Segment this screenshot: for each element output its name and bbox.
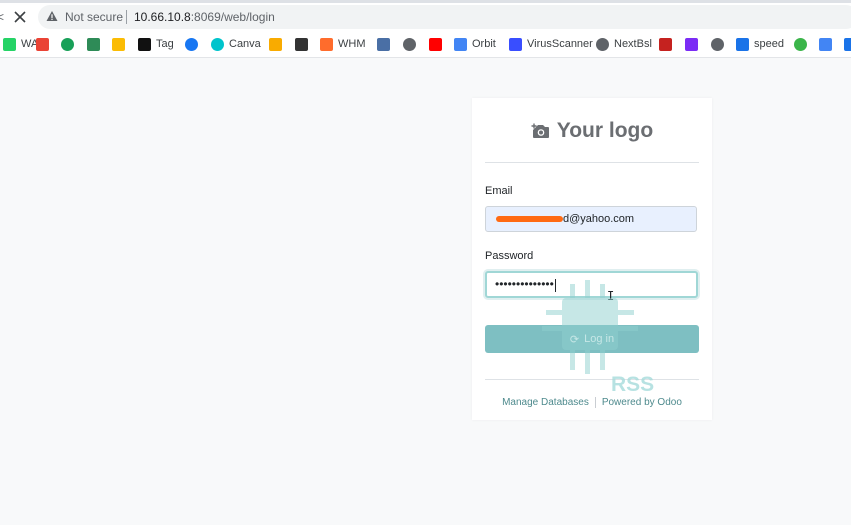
bookmark-chip[interactable]: [87, 36, 105, 52]
password-field[interactable]: •••••••••••••• I: [485, 271, 698, 303]
vp-icon: [794, 37, 807, 51]
refresh-icon: ⟳: [569, 333, 580, 346]
bookmark-wa[interactable]: WA: [3, 36, 38, 52]
panda-icon: [295, 37, 308, 51]
google-ads-icon: [112, 37, 125, 51]
email-field[interactable]: d@yahoo.com: [485, 206, 697, 232]
header-divider: [485, 162, 699, 163]
bookmark-pinwheel[interactable]: [685, 36, 703, 52]
camera-plus-icon: [531, 123, 549, 138]
bookmark-globe[interactable]: [711, 36, 729, 52]
bookmark-label: NextBsl: [614, 38, 652, 50]
wifi-icon: [377, 37, 390, 51]
bookmark-square[interactable]: [844, 36, 851, 52]
password-label: Password: [485, 250, 534, 262]
text-caret: [555, 279, 556, 292]
tab-strip-edge: [0, 0, 851, 3]
virusscanner-icon: [509, 37, 522, 51]
footer-separator: [594, 396, 596, 408]
bookmark-globe[interactable]: [403, 36, 421, 52]
bookmark-label: Canva: [229, 38, 261, 50]
url-path: :8069/web/login: [190, 10, 275, 24]
login-card: Your logo Email d@yahoo.com Password •••…: [472, 98, 712, 420]
bookmark-gmail[interactable]: [36, 36, 54, 52]
facebook-icon: [185, 37, 198, 51]
bookmark-green-circle[interactable]: [61, 36, 79, 52]
bookmark-facebook[interactable]: [185, 36, 203, 52]
bookmark-sigma[interactable]: [659, 36, 677, 52]
url-text[interactable]: 10.66.10.8:8069/web/login: [134, 10, 275, 24]
page-content: Your logo Email d@yahoo.com Password •••…: [0, 58, 851, 525]
bookmark-tag[interactable]: Tag: [138, 36, 174, 52]
bookmark-speed[interactable]: speed: [736, 36, 784, 52]
green-circle-icon: [61, 37, 74, 51]
bookmark-nextbsl[interactable]: NextBsl: [596, 36, 652, 52]
email-label: Email: [485, 185, 513, 197]
bookmark-label: Orbit: [472, 38, 496, 50]
login-button[interactable]: ⟳ Log in: [485, 325, 699, 353]
close-icon: [14, 11, 26, 23]
bookmark-youtube[interactable]: [429, 36, 447, 52]
gmail-icon: [36, 37, 49, 51]
url-host: 10.66.10.8: [134, 10, 191, 24]
canva-icon: [211, 37, 224, 51]
bookmark-vp[interactable]: [794, 36, 812, 52]
bookmark-whm[interactable]: WHM: [320, 36, 366, 52]
address-bar-row: < Not secure 10.66.10.8:8069/web/login: [0, 0, 851, 31]
security-status[interactable]: Not secure: [65, 10, 123, 24]
warning-icon[interactable]: [46, 10, 58, 22]
bookmark-translate[interactable]: [819, 36, 837, 52]
manage-databases-link[interactable]: Manage Databases: [502, 397, 589, 408]
fiber-icon: [736, 37, 749, 51]
footer-divider: [485, 379, 699, 380]
bookmarks-bar: WA Tag Canva WHM Orbit VirusScanner NextBsl spe…: [0, 31, 851, 58]
bookmark-label: Tag: [156, 38, 174, 50]
login-button-label: Log in: [584, 333, 615, 345]
bookmark-analytics[interactable]: [269, 36, 287, 52]
r-icon: [138, 37, 151, 51]
translate-icon: [819, 37, 832, 51]
powered-by-odoo-link[interactable]: Powered by Odoo: [602, 397, 682, 408]
watermark-text: RSS: [611, 373, 655, 396]
ibeam-cursor-icon: I: [607, 289, 615, 303]
bookmark-canva[interactable]: Canva: [211, 36, 261, 52]
back-button-fragment[interactable]: <: [0, 10, 4, 24]
orbit-icon: [454, 37, 467, 51]
bookmark-label: WHM: [338, 38, 366, 50]
globe-icon: [711, 37, 724, 51]
cpanel-icon: [320, 37, 333, 51]
company-logo: Your logo: [472, 118, 712, 144]
bookmark-panda[interactable]: [295, 36, 313, 52]
square-icon: [844, 37, 851, 51]
url-bar[interactable]: Not secure 10.66.10.8:8069/web/login: [38, 5, 851, 29]
bookmark-label: speed: [754, 38, 784, 50]
youtube-icon: [429, 37, 442, 51]
analytics-icon: [269, 37, 282, 51]
whatsapp-icon: [3, 37, 16, 51]
logo-text: Your logo: [556, 119, 654, 142]
chip-icon: [87, 37, 100, 51]
bookmark-google-ads[interactable]: [112, 36, 130, 52]
password-value: ••••••••••••••: [495, 277, 554, 291]
url-separator: [126, 10, 127, 24]
pinwheel-icon: [685, 37, 698, 51]
browser-window: < Not secure 10.66.10.8:8069/web/login W…: [0, 0, 851, 525]
bookmark-orbit[interactable]: Orbit: [454, 36, 496, 52]
stop-loading-button[interactable]: [10, 7, 30, 27]
sigma-icon: [659, 37, 672, 51]
globe-icon: [403, 37, 416, 51]
redaction-mark: [496, 216, 563, 222]
bookmark-label: VirusScanner: [527, 38, 593, 50]
bookmark-wifi[interactable]: [377, 36, 395, 52]
bookmark-virusscanner[interactable]: VirusScanner: [509, 36, 593, 52]
email-value: d@yahoo.com: [563, 213, 635, 225]
globe-icon: [596, 37, 609, 51]
footer-links: Manage Databases Powered by Odoo: [472, 395, 712, 409]
